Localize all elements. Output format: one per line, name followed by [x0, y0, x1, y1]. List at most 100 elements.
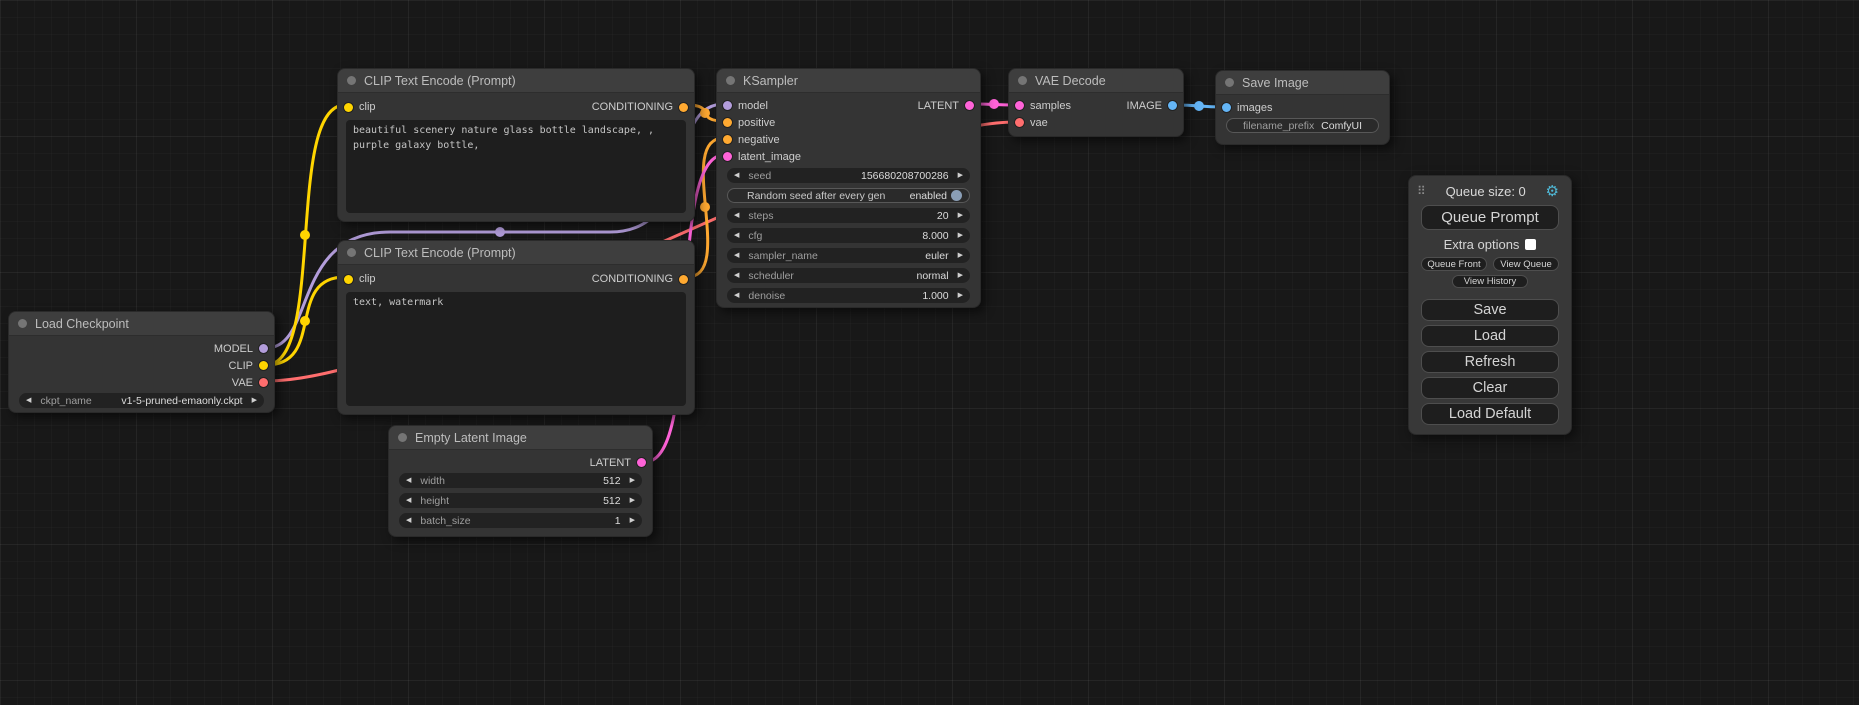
drag-handle-icon[interactable]: ⠿ [1417, 184, 1426, 198]
slot-row: samples IMAGE [1009, 97, 1183, 114]
input-slot-images[interactable] [1222, 103, 1231, 112]
prev-value-arrow-icon[interactable]: ◀ [734, 252, 739, 259]
prev-value-arrow-icon[interactable]: ◀ [406, 517, 411, 524]
prev-value-arrow-icon[interactable]: ◀ [406, 477, 411, 484]
view-history-button[interactable]: View History [1452, 275, 1528, 288]
sampler-name-widget[interactable]: ◀ sampler_name euler ▶ [727, 248, 970, 263]
output-slot-conditioning[interactable] [679, 275, 688, 284]
node-title-bar[interactable]: CLIP Text Encode (Prompt) [338, 241, 694, 265]
output-row: MODEL [9, 340, 274, 357]
node-title: Save Image [1242, 76, 1309, 90]
collapse-dot-icon[interactable] [1018, 76, 1027, 85]
collapse-dot-icon[interactable] [347, 248, 356, 257]
node-vae-decode[interactable]: VAE Decode samples IMAGE vae [1008, 68, 1184, 137]
slot-row: model LATENT [717, 97, 980, 114]
output-slot-latent[interactable] [637, 458, 646, 467]
next-value-arrow-icon[interactable]: ▶ [958, 212, 963, 219]
clear-button[interactable]: Clear [1421, 377, 1559, 399]
next-value-arrow-icon[interactable]: ▶ [252, 397, 257, 404]
node-title-bar[interactable]: CLIP Text Encode (Prompt) [338, 69, 694, 93]
output-slot-vae[interactable] [259, 378, 268, 387]
cfg-widget[interactable]: ◀ cfg 8.000 ▶ [727, 228, 970, 243]
collapse-dot-icon[interactable] [347, 76, 356, 85]
prev-value-arrow-icon[interactable]: ◀ [734, 212, 739, 219]
output-label: LATENT [590, 457, 631, 469]
scheduler-widget[interactable]: ◀ scheduler normal ▶ [727, 268, 970, 283]
prev-value-arrow-icon[interactable]: ◀ [734, 232, 739, 239]
seed-toggle-icon[interactable] [951, 190, 962, 201]
prev-value-arrow-icon[interactable]: ◀ [26, 397, 31, 404]
node-save-image[interactable]: Save Image images filename_prefix ComfyU… [1215, 70, 1390, 145]
input-slot-negative[interactable] [723, 135, 732, 144]
node-title-bar[interactable]: Load Checkpoint [9, 312, 274, 336]
output-slot-model[interactable] [259, 344, 268, 353]
prev-value-arrow-icon[interactable]: ◀ [734, 292, 739, 299]
node-load-checkpoint[interactable]: Load Checkpoint MODEL CLIP VAE ◀ ckpt_na [8, 311, 275, 413]
input-slot-samples[interactable] [1015, 101, 1024, 110]
input-slot-clip[interactable] [344, 275, 353, 284]
next-value-arrow-icon[interactable]: ▶ [630, 517, 635, 524]
output-label: CONDITIONING [592, 273, 673, 285]
ckpt-name-widget[interactable]: ◀ ckpt_name v1-5-pruned-emaonly.ckpt ▶ [19, 393, 264, 408]
refresh-button[interactable]: Refresh [1421, 351, 1559, 373]
slot-row: latent_image [717, 148, 980, 165]
next-value-arrow-icon[interactable]: ▶ [958, 172, 963, 179]
input-slot-model[interactable] [723, 101, 732, 110]
input-slot-latent-image[interactable] [723, 152, 732, 161]
settings-gear-icon[interactable]: ⚙ [1546, 182, 1559, 200]
input-label: negative [738, 134, 780, 146]
node-title-bar[interactable]: Empty Latent Image [389, 426, 652, 450]
prompt-text-input[interactable]: beautiful scenery nature glass bottle la… [346, 120, 686, 213]
node-title-bar[interactable]: KSampler [717, 69, 980, 93]
node-canvas[interactable]: Load Checkpoint MODEL CLIP VAE ◀ ckpt_na [0, 0, 1859, 705]
output-slot-latent[interactable] [965, 101, 974, 110]
next-value-arrow-icon[interactable]: ▶ [958, 292, 963, 299]
input-slot-vae[interactable] [1015, 118, 1024, 127]
input-label: vae [1030, 117, 1048, 129]
output-slot-conditioning[interactable] [679, 103, 688, 112]
node-empty-latent-image[interactable]: Empty Latent Image LATENT ◀ width 512 ▶ … [388, 425, 653, 537]
extra-options-checkbox[interactable] [1525, 239, 1536, 250]
batch-size-widget[interactable]: ◀ batch_size 1 ▶ [399, 513, 642, 528]
node-clip-text-encode-positive[interactable]: CLIP Text Encode (Prompt) clip CONDITION… [337, 68, 695, 222]
seed-widget[interactable]: ◀ seed 156680208700286 ▶ [727, 168, 970, 183]
prev-value-arrow-icon[interactable]: ◀ [734, 272, 739, 279]
node-title: Load Checkpoint [35, 317, 129, 331]
save-button[interactable]: Save [1421, 299, 1559, 321]
slot-row: negative [717, 131, 980, 148]
height-widget[interactable]: ◀ height 512 ▶ [399, 493, 642, 508]
prev-value-arrow-icon[interactable]: ◀ [406, 497, 411, 504]
node-title-bar[interactable]: Save Image [1216, 71, 1389, 95]
random-seed-widget[interactable]: Random seed after every gen enabled [727, 188, 970, 203]
output-slot-image[interactable] [1168, 101, 1177, 110]
next-value-arrow-icon[interactable]: ▶ [958, 272, 963, 279]
width-widget[interactable]: ◀ width 512 ▶ [399, 473, 642, 488]
collapse-dot-icon[interactable] [398, 433, 407, 442]
input-slot-positive[interactable] [723, 118, 732, 127]
collapse-dot-icon[interactable] [726, 76, 735, 85]
widget-label: scheduler [748, 270, 794, 282]
widget-label: cfg [748, 230, 762, 242]
queue-prompt-button[interactable]: Queue Prompt [1421, 205, 1559, 230]
filename-prefix-widget[interactable]: filename_prefix ComfyUI [1226, 118, 1379, 133]
view-queue-button[interactable]: View Queue [1493, 257, 1559, 271]
collapse-dot-icon[interactable] [1225, 78, 1234, 87]
slot-row: clip CONDITIONING [338, 269, 694, 289]
queue-front-button[interactable]: Queue Front [1421, 257, 1487, 271]
prev-value-arrow-icon[interactable]: ◀ [734, 172, 739, 179]
next-value-arrow-icon[interactable]: ▶ [630, 497, 635, 504]
steps-widget[interactable]: ◀ steps 20 ▶ [727, 208, 970, 223]
prompt-text-input[interactable]: text, watermark [346, 292, 686, 406]
next-value-arrow-icon[interactable]: ▶ [958, 252, 963, 259]
node-clip-text-encode-negative[interactable]: CLIP Text Encode (Prompt) clip CONDITION… [337, 240, 695, 415]
collapse-dot-icon[interactable] [18, 319, 27, 328]
next-value-arrow-icon[interactable]: ▶ [630, 477, 635, 484]
load-button[interactable]: Load [1421, 325, 1559, 347]
denoise-widget[interactable]: ◀ denoise 1.000 ▶ [727, 288, 970, 303]
load-default-button[interactable]: Load Default [1421, 403, 1559, 425]
next-value-arrow-icon[interactable]: ▶ [958, 232, 963, 239]
node-title-bar[interactable]: VAE Decode [1009, 69, 1183, 93]
node-ksampler[interactable]: KSampler model LATENT positive negative … [716, 68, 981, 308]
input-slot-clip[interactable] [344, 103, 353, 112]
output-slot-clip[interactable] [259, 361, 268, 370]
